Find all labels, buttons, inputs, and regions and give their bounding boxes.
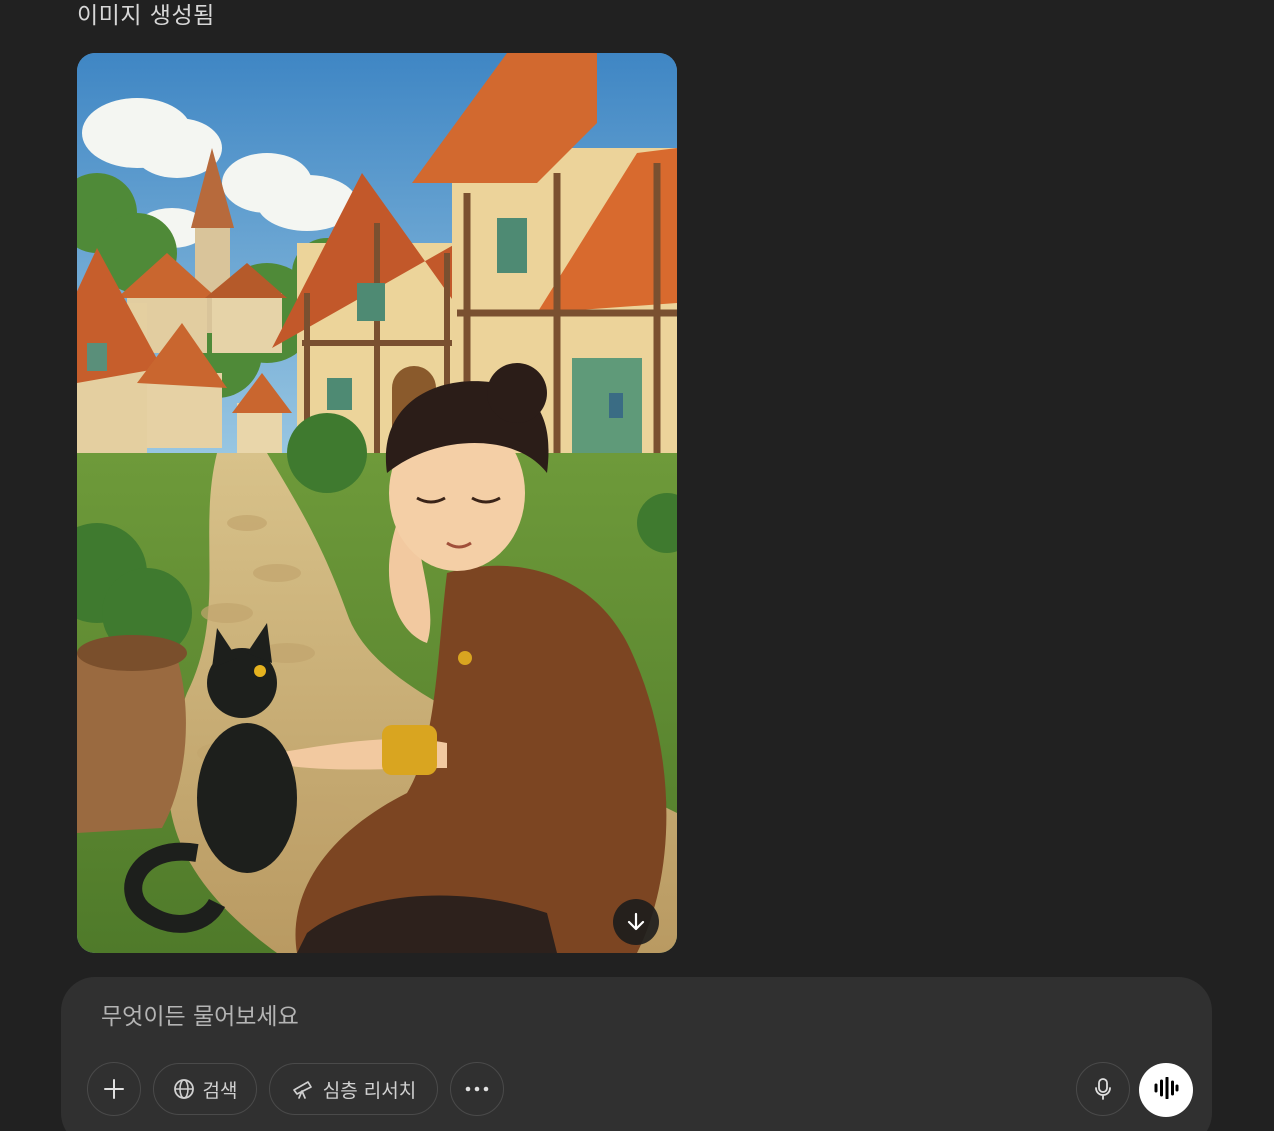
microphone-icon bbox=[1093, 1077, 1113, 1101]
dictation-button[interactable] bbox=[1076, 1062, 1130, 1116]
add-attachment-button[interactable] bbox=[87, 1062, 141, 1116]
message-input[interactable] bbox=[101, 999, 1001, 1035]
download-image-button[interactable] bbox=[613, 899, 659, 945]
arrow-down-icon bbox=[625, 911, 647, 933]
more-tools-button[interactable] bbox=[450, 1062, 504, 1116]
ellipsis-icon bbox=[465, 1086, 489, 1092]
telescope-icon bbox=[291, 1078, 315, 1100]
deep-research-button[interactable]: 심층 리서치 bbox=[269, 1063, 438, 1115]
globe-icon bbox=[173, 1078, 195, 1100]
message-composer: 검색 심층 리서치 bbox=[61, 977, 1212, 1131]
search-button-label: 검색 bbox=[202, 1079, 238, 1102]
generated-image[interactable] bbox=[77, 53, 677, 953]
voice-mode-button[interactable] bbox=[1139, 1063, 1193, 1117]
deep-research-button-label: 심층 리서치 bbox=[322, 1079, 417, 1102]
plus-icon bbox=[103, 1078, 125, 1100]
search-button[interactable]: 검색 bbox=[153, 1063, 257, 1115]
generated-image-illustration bbox=[77, 53, 677, 953]
voice-waveform-icon bbox=[1153, 1076, 1179, 1103]
image-generated-label: 이미지 생성됨 bbox=[77, 3, 215, 29]
chat-page: 이미지 생성됨 무엇이든 물어보세요 검색 심층 리서치 bbox=[0, 0, 1274, 1131]
